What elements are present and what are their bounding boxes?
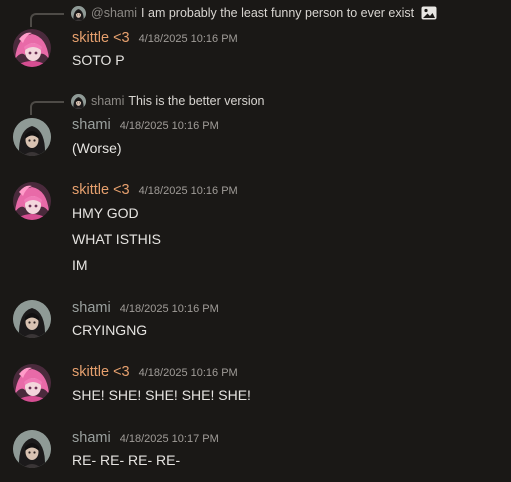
reply-avatar: [71, 94, 86, 109]
avatar[interactable]: [13, 182, 51, 220]
timestamp: 4/18/2025 10:16 PM: [138, 367, 238, 379]
message-text: (Worse): [72, 140, 122, 156]
author-name[interactable]: shami: [72, 300, 111, 316]
timestamp: 4/18/2025 10:17 PM: [119, 433, 219, 445]
message-text: SOTO P: [72, 52, 125, 68]
message-text: WHAT ISTHIS: [72, 231, 161, 247]
reply-author[interactable]: @shami: [91, 6, 137, 20]
reply-content: shami This is the better version: [91, 94, 265, 108]
author-name[interactable]: skittle <3: [72, 364, 130, 380]
reply-preview[interactable]: shami This is the better version: [30, 93, 500, 115]
timestamp: 4/18/2025 10:16 PM: [119, 120, 219, 132]
chat-message-list: @shami I am probably the least funny per…: [0, 0, 511, 482]
message-header: shami 4/18/2025 10:16 PM: [72, 117, 219, 135]
author-name[interactable]: skittle <3: [72, 30, 130, 46]
avatar[interactable]: [13, 29, 51, 67]
reply-spine: [30, 13, 64, 27]
reply-text: This is the better version: [128, 94, 265, 108]
timestamp: 4/18/2025 10:16 PM: [119, 303, 219, 315]
timestamp: 4/18/2025 10:16 PM: [138, 33, 238, 45]
author-name[interactable]: shami: [72, 430, 111, 446]
reply-author[interactable]: shami: [91, 94, 124, 108]
message-header: shami 4/18/2025 10:17 PM: [72, 430, 219, 448]
message-header: skittle <3 4/18/2025 10:16 PM: [72, 30, 238, 48]
message-text: IM: [72, 257, 88, 273]
timestamp: 4/18/2025 10:16 PM: [138, 185, 238, 197]
reply-text: I am probably the least funny person to …: [141, 6, 415, 20]
reply-content: @shami I am probably the least funny per…: [91, 6, 437, 20]
author-name[interactable]: skittle <3: [72, 182, 130, 198]
message-header: skittle <3 4/18/2025 10:16 PM: [72, 364, 238, 382]
message-text: RE- RE- RE- RE-: [72, 452, 181, 468]
message-text: CRYINGNG: [72, 322, 148, 338]
reply-spine: [30, 101, 64, 115]
message-header: shami 4/18/2025 10:16 PM: [72, 300, 219, 318]
author-name[interactable]: shami: [72, 117, 111, 133]
reply-preview[interactable]: @shami I am probably the least funny per…: [30, 5, 500, 27]
message-text: HMY GOD: [72, 205, 139, 221]
avatar[interactable]: [13, 430, 51, 468]
avatar[interactable]: [13, 300, 51, 338]
image-icon: [421, 6, 437, 20]
avatar[interactable]: [13, 118, 51, 156]
reply-avatar: [71, 6, 86, 21]
message-header: skittle <3 4/18/2025 10:16 PM: [72, 182, 238, 200]
avatar[interactable]: [13, 364, 51, 402]
message-text: SHE! SHE! SHE! SHE! SHE!: [72, 387, 251, 403]
